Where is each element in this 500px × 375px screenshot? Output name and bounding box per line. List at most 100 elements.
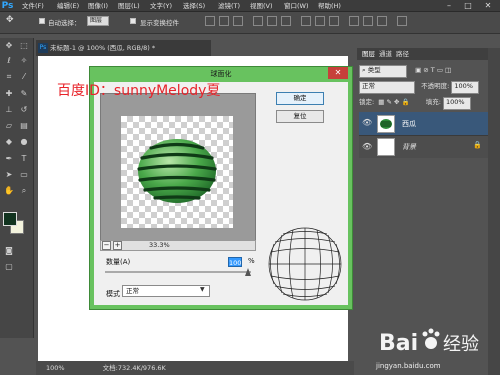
type-tool-icon[interactable]: T: [18, 154, 30, 164]
preview-zoom-bar: 33.3%: [100, 240, 256, 251]
align-center-icon[interactable]: [267, 16, 277, 26]
menu-layer[interactable]: 图层(L): [118, 0, 140, 12]
menu-file[interactable]: 文件(F): [22, 0, 44, 12]
watermark-id-text: 百度ID：sunnyMelody夏: [57, 83, 221, 99]
svg-text:Bai: Bai: [379, 331, 418, 356]
blur-tool-icon[interactable]: ◆: [3, 137, 15, 147]
menu-window[interactable]: 窗口(W): [284, 0, 309, 12]
baidu-jingyan-logo: Bai 经验: [379, 328, 479, 356]
shape-tool-icon[interactable]: ▭: [18, 170, 30, 180]
menu-help[interactable]: 帮助(H): [318, 0, 341, 12]
zoom-tool-icon[interactable]: ⌕: [18, 186, 30, 196]
status-doc-info: 文档:732.4K/976.6K: [102, 364, 166, 372]
distribute-bottom-icon[interactable]: [329, 16, 339, 26]
magic-wand-tool-icon[interactable]: ✧: [18, 56, 30, 66]
menu-filter[interactable]: 滤镜(T): [218, 0, 240, 12]
quick-mask-icon[interactable]: ◙: [3, 246, 15, 256]
preview-zoom-value: 33.3%: [149, 241, 170, 249]
amount-unit: %: [248, 257, 255, 265]
distribute-top-icon[interactable]: [301, 16, 311, 26]
brush-tool-icon[interactable]: ✎: [18, 89, 30, 99]
lock-icon: 🔒: [473, 141, 482, 149]
blend-mode-dropdown[interactable]: 正常: [359, 81, 415, 94]
distribute-left-icon[interactable]: [349, 16, 359, 26]
auto-select-dropdown[interactable]: 图层: [87, 16, 109, 26]
show-transform-checkbox[interactable]: [130, 18, 136, 24]
distribute-right-icon[interactable]: [377, 16, 387, 26]
foreground-color-swatch[interactable]: [3, 212, 17, 226]
menu-view[interactable]: 视图(V): [250, 0, 273, 12]
distribute-center-icon[interactable]: [363, 16, 373, 26]
mode-dropdown[interactable]: 正常: [122, 285, 210, 297]
auto-select-label: 自动选择：: [48, 19, 81, 27]
layer-filter-dropdown[interactable]: ⌕ 类型: [359, 65, 407, 78]
document-tab[interactable]: 未标题-1 @ 100% (西瓜, RGB/8) *: [36, 40, 211, 56]
maximize-button[interactable]: □: [459, 0, 477, 11]
photoshop-logo: Ps: [1, 1, 14, 11]
layer-filter-value: 类型: [367, 66, 381, 74]
align-top-icon[interactable]: [205, 16, 215, 26]
crop-tool-icon[interactable]: ⌗: [3, 72, 15, 82]
lock-label: 锁定:: [359, 98, 375, 106]
lock-icons[interactable]: ▦ ✎ ✥ 🔒: [378, 98, 409, 106]
fill-field[interactable]: 100%: [442, 97, 471, 110]
amount-label: 数量(A): [106, 258, 131, 266]
opacity-field[interactable]: 100%: [451, 81, 480, 94]
eyedropper-tool-icon[interactable]: ⁄: [18, 72, 30, 82]
opacity-label: 不透明度:: [421, 82, 450, 90]
align-middle-icon[interactable]: [219, 16, 229, 26]
tab-paths[interactable]: 路径: [396, 48, 409, 60]
path-select-tool-icon[interactable]: ➤: [3, 170, 15, 180]
zoom-out-button[interactable]: −: [102, 241, 111, 250]
minimize-button[interactable]: –: [440, 0, 458, 11]
ok-button[interactable]: 确定: [276, 92, 324, 105]
distribute-middle-icon[interactable]: [315, 16, 325, 26]
healing-brush-tool-icon[interactable]: ✚: [3, 89, 15, 99]
layer-name: 西瓜: [402, 120, 416, 128]
align-right-icon[interactable]: [281, 16, 291, 26]
tab-layers[interactable]: 图层: [362, 48, 375, 60]
watermark-url: jingyan.baidu.com: [376, 362, 441, 370]
screen-mode-icon[interactable]: ▢: [3, 262, 15, 272]
menu-type[interactable]: 文字(Y): [150, 0, 172, 12]
amount-slider-track[interactable]: [105, 271, 251, 273]
marquee-tool-icon[interactable]: ⬚: [18, 41, 30, 51]
move-tool-icon[interactable]: ✥: [6, 15, 14, 25]
ps-document-icon: Ps: [38, 43, 48, 53]
layer-name: 背景: [402, 143, 416, 151]
menu-select[interactable]: 选择(S): [183, 0, 205, 12]
watermelon-image: [137, 139, 217, 203]
dodge-tool-icon[interactable]: ●: [18, 137, 30, 147]
clone-stamp-tool-icon[interactable]: ⊥: [3, 105, 15, 115]
auto-select-checkbox[interactable]: [39, 18, 45, 24]
chevron-down-icon[interactable]: ▼: [200, 286, 205, 293]
show-transform-label: 显示变换控件: [140, 19, 179, 27]
filter-icons[interactable]: ▣ ⊘ T ▭ ◫: [415, 66, 451, 74]
amount-input[interactable]: 100: [228, 257, 242, 267]
eraser-tool-icon[interactable]: ▱: [3, 121, 15, 131]
spherize-grid-preview: [265, 225, 345, 303]
gradient-tool-icon[interactable]: ▤: [18, 121, 30, 131]
align-left-icon[interactable]: [253, 16, 263, 26]
zoom-in-button[interactable]: +: [113, 241, 122, 250]
layer-thumbnail: [377, 115, 395, 133]
hand-tool-icon[interactable]: ✋: [3, 186, 15, 196]
status-bar: 100% 文档:732.4K/976.6K: [36, 361, 354, 375]
menu-image[interactable]: 图像(I): [88, 0, 108, 12]
align-bottom-icon[interactable]: [233, 16, 243, 26]
history-brush-tool-icon[interactable]: ↺: [18, 105, 30, 115]
auto-align-icon[interactable]: [397, 16, 407, 26]
visibility-eye-icon[interactable]: 👁: [362, 118, 372, 128]
svg-text:经验: 经验: [443, 334, 479, 355]
close-window-button[interactable]: ✕: [479, 0, 497, 11]
pen-tool-icon[interactable]: ✒: [3, 154, 15, 164]
reset-button[interactable]: 复位: [276, 110, 324, 123]
visibility-eye-icon[interactable]: 👁: [362, 142, 372, 152]
layer-thumbnail: [377, 138, 395, 156]
move-tool-icon[interactable]: ✥: [3, 41, 15, 51]
mode-label: 模式: [106, 290, 120, 298]
lasso-tool-icon[interactable]: ℓ: [3, 56, 15, 66]
tab-channels[interactable]: 通道: [379, 48, 392, 60]
menu-edit[interactable]: 编辑(E): [57, 0, 79, 12]
dialog-close-button[interactable]: ✕: [328, 67, 348, 79]
